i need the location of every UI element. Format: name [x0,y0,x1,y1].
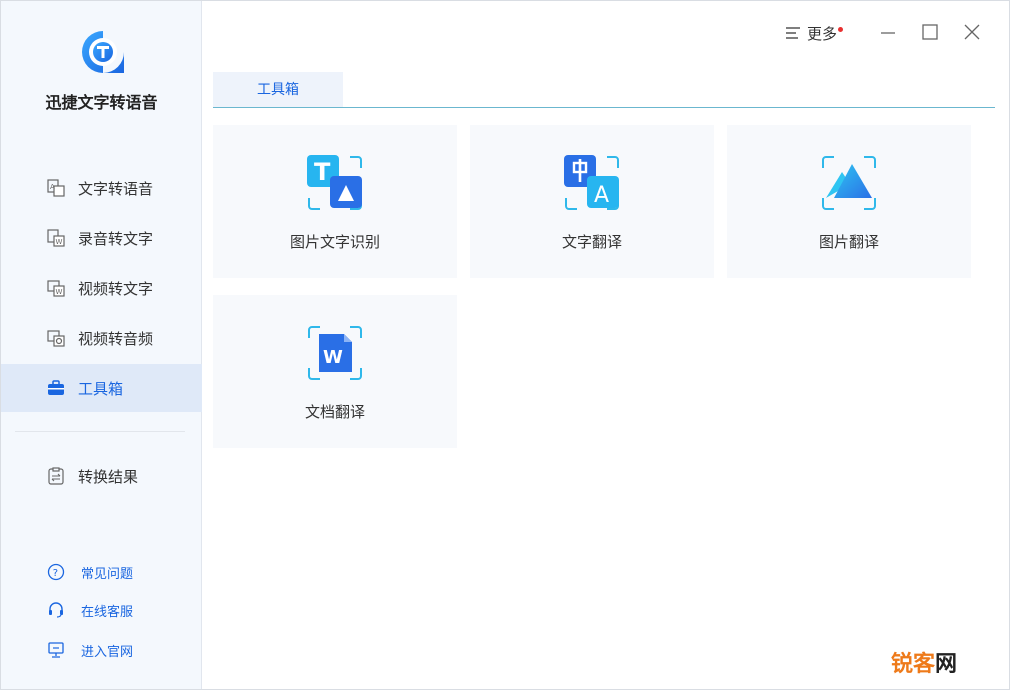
sidebar-item-text-to-speech[interactable]: A 文字转语音 [1,164,202,212]
text-to-speech-icon: A [47,179,65,197]
help-link-label: 常见问题 [81,566,134,582]
more-menu-button[interactable]: 更多 [785,21,844,45]
watermark-logo: 锐客网 [891,651,958,676]
text-translate-icon: A [564,155,619,210]
svg-text:W: W [56,238,63,246]
sidebar-item-video-to-audio[interactable]: 视频转音频 [1,314,202,362]
tab-toolbox[interactable]: 工具箱 [213,72,343,108]
video-to-text-icon: W [47,280,65,297]
question-icon: ? [47,563,65,581]
sidebar-item-video-to-text[interactable]: W 视频转文字 [1,264,202,312]
notification-dot [838,27,844,32]
help-link-label: 在线客服 [81,604,134,620]
more-label: 更多 [807,24,838,43]
app-title: 迅捷文字转语音 [45,93,158,112]
toolbox-icon [48,380,64,395]
image-ocr-icon: T [307,155,362,210]
video-to-audio-icon [47,330,65,347]
results-icon [48,467,64,485]
monitor-icon [48,642,64,658]
tab-underline [213,107,995,108]
svg-text:T: T [314,158,331,186]
document-translate-icon: W [308,326,362,380]
tool-card-label: 图片文字识别 [289,233,380,251]
app-window: 迅捷文字转语音 A 文字转语音 W 录音转文字 W 视频转文字 视频转音频 工具… [0,0,1010,690]
help-link-label: 进入官网 [81,644,134,660]
close-icon[interactable] [963,23,981,41]
tool-card-image-translate[interactable]: 图片翻译 [727,125,971,278]
sidebar-item-label: 视频转音频 [78,329,154,348]
svg-text:W: W [323,347,343,368]
sidebar-item-audio-to-text[interactable]: W 录音转文字 [1,214,202,262]
svg-text:A: A [594,183,609,208]
headset-icon [49,602,63,618]
help-link-website[interactable]: 进入官网 [1,638,202,662]
help-link-support[interactable]: 在线客服 [1,598,202,622]
tool-card-text-translate[interactable]: A 文字翻译 [470,125,714,278]
tool-card-label: 图片翻译 [818,233,879,251]
sidebar-item-label: 工具箱 [78,379,124,398]
sidebar-item-label: 录音转文字 [78,229,154,248]
image-translate-icon [822,156,876,210]
svg-text:W: W [56,288,63,296]
sidebar-divider [15,431,185,432]
svg-text:?: ? [53,568,58,579]
svg-text:A: A [50,183,55,191]
tool-card-label: 文档翻译 [304,403,365,421]
tool-card-image-ocr[interactable]: T 图片文字识别 [213,125,457,278]
maximize-icon[interactable] [921,23,939,41]
sidebar: 迅捷文字转语音 A 文字转语音 W 录音转文字 W 视频转文字 视频转音频 工具… [1,1,202,689]
sidebar-item-results[interactable]: 转换结果 [1,452,202,500]
sidebar-item-label: 转换结果 [78,467,139,486]
sidebar-item-toolbox[interactable]: 工具箱 [1,364,202,412]
app-logo-icon [82,31,124,73]
audio-to-text-icon: W [47,229,65,247]
menu-lines-icon [786,27,800,39]
sidebar-item-label: 视频转文字 [78,279,154,298]
tool-card-label: 文字翻译 [561,233,622,251]
minimize-icon[interactable] [879,23,897,41]
tool-card-document-translate[interactable]: W 文档翻译 [213,295,457,448]
help-link-faq[interactable]: ? 常见问题 [1,560,202,584]
sidebar-item-label: 文字转语音 [78,179,154,198]
